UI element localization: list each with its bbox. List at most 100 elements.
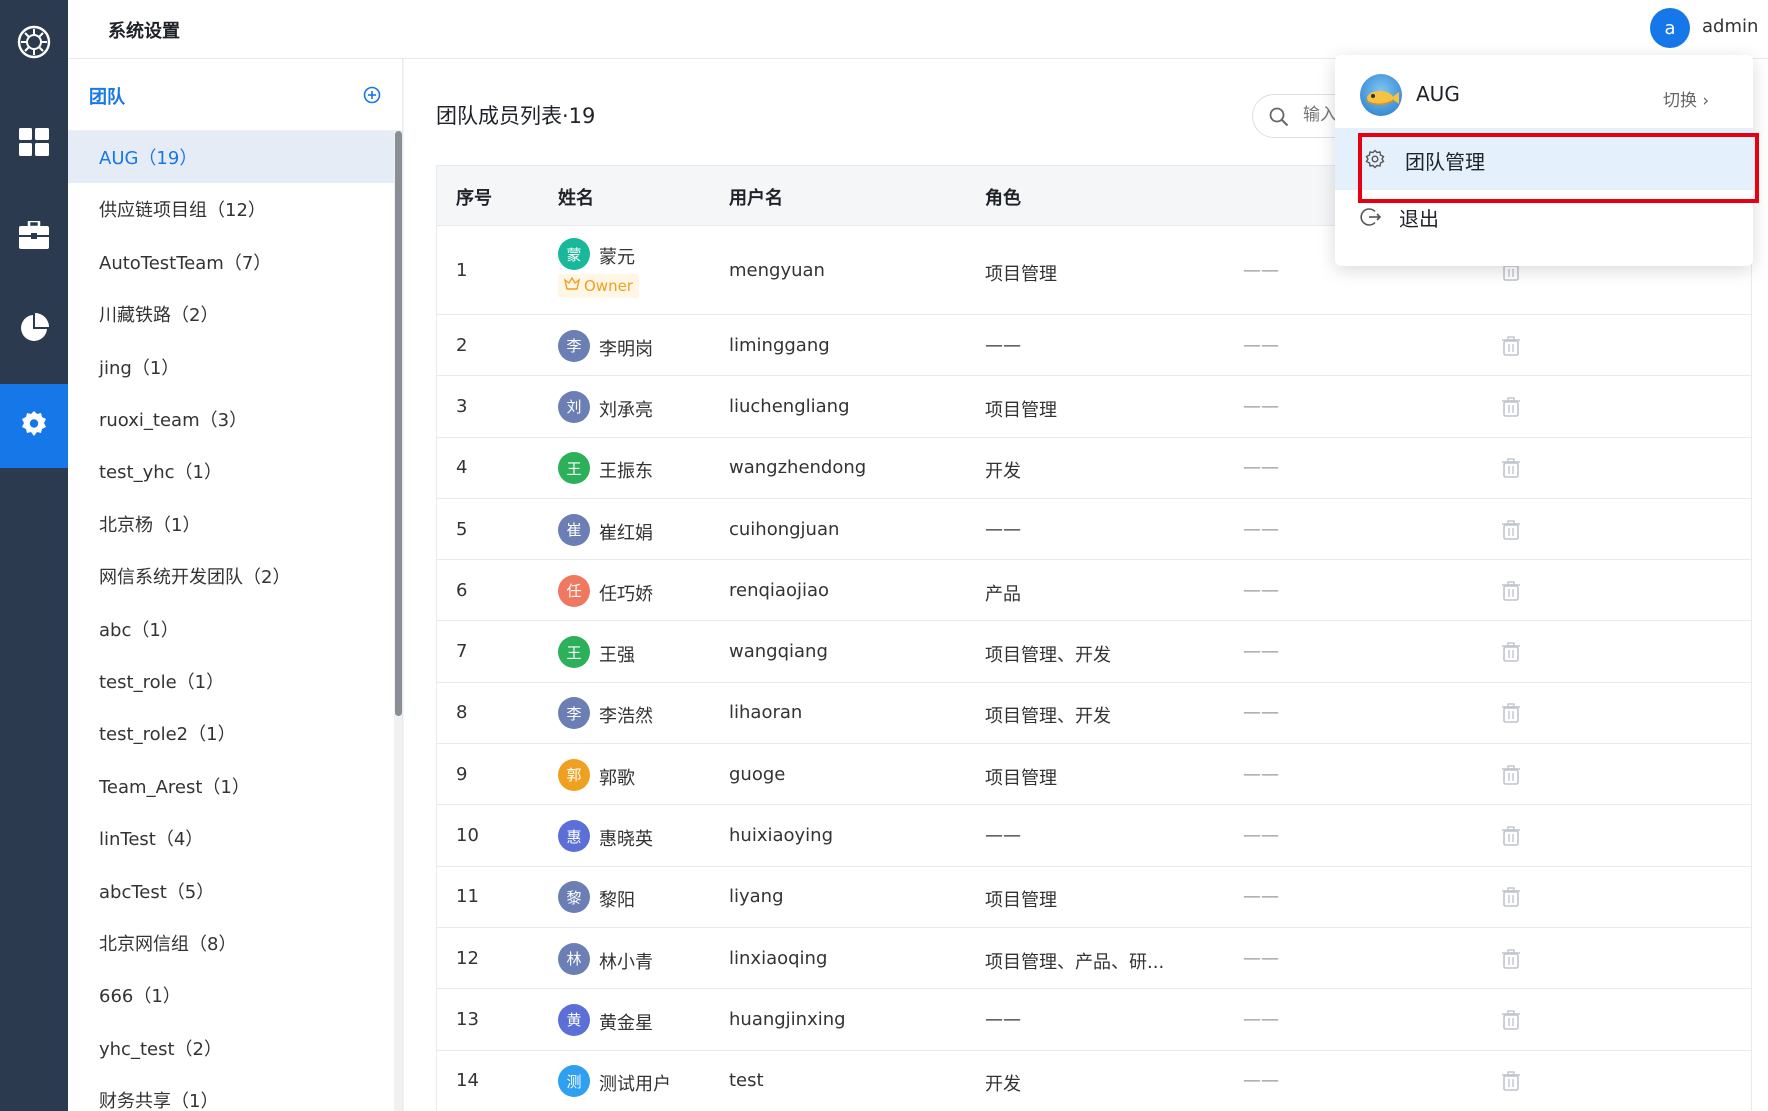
team-item[interactable]: 网信系统开发团队（2）	[68, 550, 395, 602]
member-username: cuihongjuan	[729, 518, 840, 540]
table-row[interactable]: 6 任任巧娇 renqiaojiao 产品 ——	[437, 560, 1751, 622]
delete-member-icon[interactable]	[1502, 826, 1520, 850]
team-item[interactable]: AUG（19）	[68, 131, 395, 183]
delete-member-icon[interactable]	[1502, 642, 1520, 666]
row-number: 10	[456, 825, 479, 847]
nav-settings[interactable]	[0, 384, 68, 468]
member-name: 崔红娟	[599, 522, 653, 544]
table-row[interactable]: 5 崔崔红娟 cuihongjuan —— ——	[437, 499, 1751, 561]
current-team-row: AUG 切换 ›	[1335, 55, 1753, 129]
team-logo	[1360, 74, 1402, 116]
table-row[interactable]: 12 林林小青 linxiaoqing 项目管理、产品、研... ——	[437, 928, 1751, 990]
delete-member-icon[interactable]	[1502, 703, 1520, 727]
member-extra-column: ——	[1243, 825, 1279, 847]
account-dropdown: AUG 切换 › 团队管理 退出	[1335, 55, 1753, 266]
member-role: 项目管理	[985, 890, 1057, 912]
member-extra-column: ——	[1243, 518, 1279, 540]
member-extra-column: ——	[1243, 947, 1279, 969]
row-number: 8	[456, 702, 468, 724]
team-item[interactable]: yhc_test（2）	[68, 1022, 395, 1074]
team-item[interactable]: 666（1）	[68, 969, 395, 1021]
avatar: 惠	[558, 820, 590, 853]
team-item[interactable]: 北京杨（1）	[68, 498, 395, 550]
member-extra-column: ——	[1243, 259, 1279, 281]
team-item[interactable]: test_role2（1）	[68, 707, 395, 759]
member-username: wangqiang	[729, 641, 828, 663]
member-name: 王振东	[599, 461, 653, 483]
delete-member-icon[interactable]	[1502, 765, 1520, 789]
member-username: liyang	[729, 886, 784, 908]
row-number: 5	[456, 518, 468, 540]
member-name: 刘承亮	[599, 399, 653, 421]
table-row[interactable]: 7 王王强 wangqiang 项目管理、开发 ——	[437, 622, 1751, 683]
table-row[interactable]: 14 测测试用户 test 开发 ——	[437, 1051, 1751, 1111]
team-management-label: 团队管理	[1405, 150, 1485, 174]
team-item[interactable]: 供应链项目组（12）	[68, 183, 395, 235]
settings-icon	[1365, 149, 1385, 173]
avatar: 崔	[558, 513, 590, 546]
table-row[interactable]: 8 李李浩然 lihaoran 项目管理、开发 ——	[437, 683, 1751, 745]
switch-team-link[interactable]: 切换 ›	[1663, 86, 1709, 111]
dashboard-icon	[19, 128, 49, 160]
team-item[interactable]: 财务共享（1）	[68, 1074, 395, 1111]
delete-member-icon[interactable]	[1502, 948, 1520, 973]
team-item[interactable]: jing（1）	[68, 341, 395, 393]
avatar: 刘	[558, 390, 590, 423]
team-item[interactable]: test_role（1）	[68, 655, 395, 707]
member-name: 任巧娇	[599, 583, 653, 605]
table-row[interactable]: 13 黄黄金星 huangjinxing —— ——	[437, 989, 1751, 1051]
delete-member-icon[interactable]	[1502, 458, 1520, 482]
table-row[interactable]: 2 李李明岗 liminggang —— ——	[437, 315, 1751, 377]
avatar: 王	[558, 452, 590, 485]
logout-item[interactable]: 退出	[1335, 185, 1753, 247]
nav-statistics[interactable]	[0, 288, 68, 372]
member-username: huixiaoying	[729, 825, 834, 847]
nav-logo[interactable]	[0, 2, 68, 86]
table-row[interactable]: 3 刘刘承亮 liuchengliang 项目管理 ——	[437, 376, 1751, 438]
member-role: ——	[985, 825, 1021, 847]
pie-chart-icon	[19, 313, 49, 347]
member-role: 项目管理	[985, 399, 1057, 421]
table-row[interactable]: 9 郭郭歌 guoge 项目管理 ——	[437, 744, 1751, 806]
team-list-scrollbar[interactable]	[395, 131, 402, 716]
delete-member-icon[interactable]	[1502, 887, 1520, 911]
table-row[interactable]: 10 惠惠晓英 huixiaoying —— ——	[437, 805, 1751, 867]
team-item[interactable]: 川藏铁路（2）	[68, 288, 395, 340]
delete-member-icon[interactable]	[1502, 335, 1520, 360]
crown-icon	[563, 276, 581, 295]
team-item[interactable]: 北京网信组（8）	[68, 917, 395, 969]
add-team-icon[interactable]	[363, 86, 381, 104]
delete-member-icon[interactable]	[1502, 397, 1520, 421]
team-item[interactable]: ruoxi_team（3）	[68, 393, 395, 445]
team-item[interactable]: abcTest（5）	[68, 865, 395, 917]
row-number: 14	[456, 1070, 479, 1092]
member-role: 项目管理、开发	[985, 645, 1111, 667]
logout-icon	[1360, 206, 1382, 232]
logout-label: 退出	[1399, 207, 1439, 231]
member-role: 项目管理	[985, 767, 1057, 789]
team-item[interactable]: test_yhc（1）	[68, 445, 395, 497]
team-item[interactable]: Team_Arest（1）	[68, 760, 395, 812]
row-number: 7	[456, 641, 468, 663]
team-item[interactable]: AutoTestTeam（7）	[68, 236, 395, 288]
column-header-username: 用户名	[729, 188, 783, 209]
delete-member-icon[interactable]	[1502, 1010, 1520, 1034]
avatar: 王	[558, 636, 590, 669]
member-username: wangzhendong	[729, 457, 867, 479]
member-username: liuchengliang	[729, 395, 850, 417]
avatar: 林	[558, 942, 590, 975]
team-item[interactable]: linTest（4）	[68, 812, 395, 864]
user-avatar[interactable]: a	[1650, 8, 1690, 48]
nav-dashboard[interactable]	[0, 102, 68, 186]
delete-member-icon[interactable]	[1502, 581, 1520, 605]
table-row[interactable]: 4 王王振东 wangzhendong 开发 ——	[437, 438, 1751, 499]
delete-member-icon[interactable]	[1502, 519, 1520, 544]
member-name: 王强	[599, 645, 635, 667]
member-role: 开发	[985, 1074, 1021, 1096]
team-item[interactable]: abc（1）	[68, 603, 395, 655]
table-row[interactable]: 11 黎黎阳 liyang 项目管理 ——	[437, 867, 1751, 928]
delete-member-icon[interactable]	[1502, 1071, 1520, 1095]
team-management-item[interactable]: 团队管理	[1335, 128, 1753, 190]
nav-projects[interactable]	[0, 195, 68, 279]
user-name[interactable]: admin	[1702, 16, 1758, 37]
